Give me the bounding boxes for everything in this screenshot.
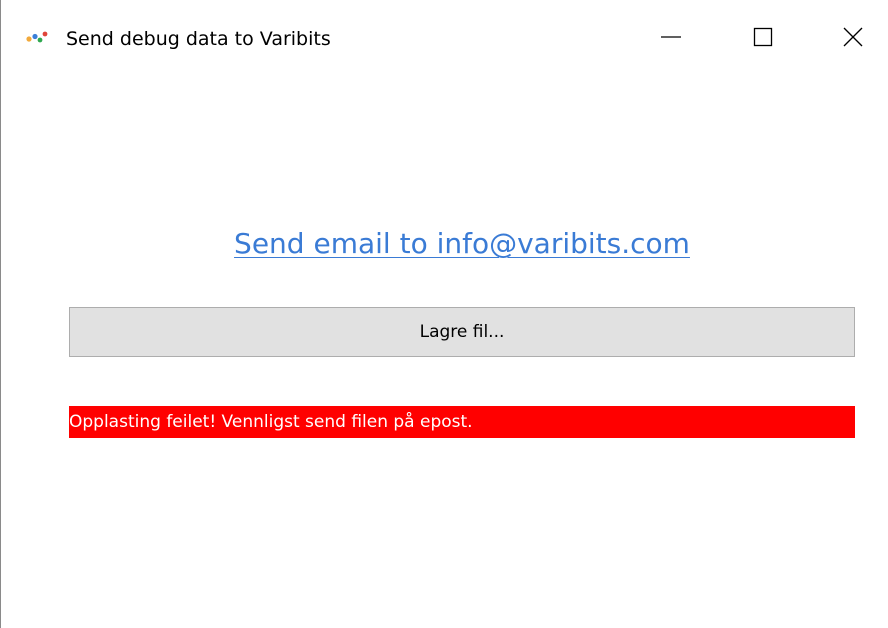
close-button[interactable]: [825, 14, 881, 60]
save-file-button[interactable]: Lagre fil...: [69, 307, 855, 357]
minimize-button[interactable]: [643, 14, 699, 60]
send-email-link[interactable]: Send email to info@varibits.com: [1, 224, 888, 264]
title-bar[interactable]: Send debug data to Varibits: [1, 0, 888, 76]
varibits-app-icon: [26, 31, 48, 43]
close-icon: [843, 27, 863, 47]
upload-error-message: Opplasting feilet! Vennligst send filen …: [69, 406, 855, 438]
debug-window: Send debug data to Varibits Send email t…: [0, 0, 888, 628]
window-title: Send debug data to Varibits: [66, 28, 331, 50]
maximize-icon: [753, 27, 773, 47]
maximize-button[interactable]: [735, 14, 791, 60]
minimize-icon: [661, 36, 681, 38]
